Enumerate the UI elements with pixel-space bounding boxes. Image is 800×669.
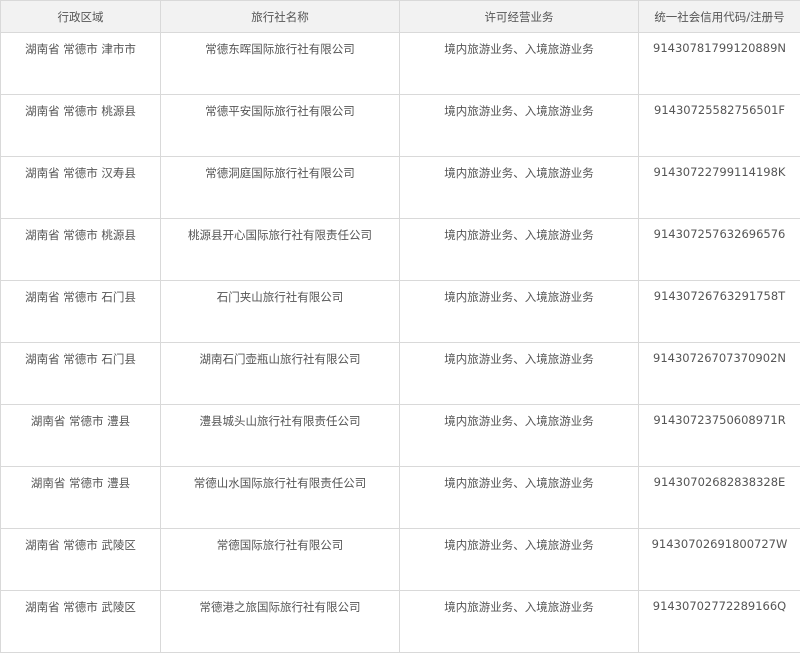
cell-licensed-business: 境内旅游业务、入境旅游业务 — [399, 342, 639, 405]
cell-agency-name: 桃源县开心国际旅行社有限责任公司 — [160, 218, 400, 281]
table-header: 行政区域 旅行社名称 许可经营业务 统一社会信用代码/注册号 — [0, 0, 800, 33]
cell-region: 湖南省 常德市 澧县 — [0, 404, 161, 467]
cell-licensed-business: 境内旅游业务、入境旅游业务 — [399, 404, 639, 467]
table-row: 湖南省 常德市 澧县 澧县城头山旅行社有限责任公司 境内旅游业务、入境旅游业务 … — [0, 404, 800, 467]
cell-region: 湖南省 常德市 汉寿县 — [0, 156, 161, 219]
table-row: 湖南省 常德市 石门县 湖南石门壶瓶山旅行社有限公司 境内旅游业务、入境旅游业务… — [0, 342, 800, 405]
travel-agency-table: 行政区域 旅行社名称 许可经营业务 统一社会信用代码/注册号 湖南省 常德市 津… — [0, 0, 800, 653]
cell-credit-code: 91430725582756501F — [638, 94, 800, 157]
header-region: 行政区域 — [0, 0, 161, 33]
cell-credit-code: 91430723750608971R — [638, 404, 800, 467]
cell-agency-name: 常德山水国际旅行社有限责任公司 — [160, 466, 400, 529]
table-row: 湖南省 常德市 武陵区 常德港之旅国际旅行社有限公司 境内旅游业务、入境旅游业务… — [0, 590, 800, 653]
table-row: 湖南省 常德市 汉寿县 常德洞庭国际旅行社有限公司 境内旅游业务、入境旅游业务 … — [0, 156, 800, 219]
cell-agency-name: 常德东晖国际旅行社有限公司 — [160, 32, 400, 95]
cell-agency-name: 常德平安国际旅行社有限公司 — [160, 94, 400, 157]
header-licensed-business: 许可经营业务 — [399, 0, 639, 33]
cell-agency-name: 常德港之旅国际旅行社有限公司 — [160, 590, 400, 653]
table-row: 湖南省 常德市 武陵区 常德国际旅行社有限公司 境内旅游业务、入境旅游业务 91… — [0, 528, 800, 591]
table-row: 湖南省 常德市 澧县 常德山水国际旅行社有限责任公司 境内旅游业务、入境旅游业务… — [0, 466, 800, 529]
cell-licensed-business: 境内旅游业务、入境旅游业务 — [399, 32, 639, 95]
cell-credit-code: 91430726707370902N — [638, 342, 800, 405]
cell-credit-code: 91430702682838328E — [638, 466, 800, 529]
header-credit-code: 统一社会信用代码/注册号 — [638, 0, 800, 33]
cell-region: 湖南省 常德市 石门县 — [0, 280, 161, 343]
cell-licensed-business: 境内旅游业务、入境旅游业务 — [399, 466, 639, 529]
cell-region: 湖南省 常德市 石门县 — [0, 342, 161, 405]
cell-credit-code: 91430726763291758T — [638, 280, 800, 343]
cell-agency-name: 澧县城头山旅行社有限责任公司 — [160, 404, 400, 467]
header-row: 行政区域 旅行社名称 许可经营业务 统一社会信用代码/注册号 — [0, 0, 800, 33]
cell-credit-code: 91430725763269657​6 — [638, 218, 800, 281]
table-row: 湖南省 常德市 桃源县 常德平安国际旅行社有限公司 境内旅游业务、入境旅游业务 … — [0, 94, 800, 157]
cell-region: 湖南省 常德市 澧县 — [0, 466, 161, 529]
cell-region: 湖南省 常德市 武陵区 — [0, 590, 161, 653]
cell-region: 湖南省 常德市 桃源县 — [0, 218, 161, 281]
cell-credit-code: 91430722799114198K — [638, 156, 800, 219]
cell-licensed-business: 境内旅游业务、入境旅游业务 — [399, 94, 639, 157]
cell-agency-name: 常德洞庭国际旅行社有限公司 — [160, 156, 400, 219]
header-agency-name: 旅行社名称 — [160, 0, 400, 33]
table-body: 湖南省 常德市 津市市 常德东晖国际旅行社有限公司 境内旅游业务、入境旅游业务 … — [0, 32, 800, 653]
table-row: 湖南省 常德市 津市市 常德东晖国际旅行社有限公司 境内旅游业务、入境旅游业务 … — [0, 32, 800, 95]
cell-licensed-business: 境内旅游业务、入境旅游业务 — [399, 590, 639, 653]
cell-licensed-business: 境内旅游业务、入境旅游业务 — [399, 280, 639, 343]
cell-credit-code: 91430702772289166Q — [638, 590, 800, 653]
cell-licensed-business: 境内旅游业务、入境旅游业务 — [399, 528, 639, 591]
cell-licensed-business: 境内旅游业务、入境旅游业务 — [399, 218, 639, 281]
cell-credit-code: 91430702691800727W — [638, 528, 800, 591]
cell-licensed-business: 境内旅游业务、入境旅游业务 — [399, 156, 639, 219]
cell-region: 湖南省 常德市 津市市 — [0, 32, 161, 95]
cell-credit-code: 91430781799120889N — [638, 32, 800, 95]
cell-region: 湖南省 常德市 武陵区 — [0, 528, 161, 591]
cell-agency-name: 石门夹山旅行社有限公司 — [160, 280, 400, 343]
table-row: 湖南省 常德市 桃源县 桃源县开心国际旅行社有限责任公司 境内旅游业务、入境旅游… — [0, 218, 800, 281]
cell-agency-name: 常德国际旅行社有限公司 — [160, 528, 400, 591]
cell-region: 湖南省 常德市 桃源县 — [0, 94, 161, 157]
table-row: 湖南省 常德市 石门县 石门夹山旅行社有限公司 境内旅游业务、入境旅游业务 91… — [0, 280, 800, 343]
cell-agency-name: 湖南石门壶瓶山旅行社有限公司 — [160, 342, 400, 405]
